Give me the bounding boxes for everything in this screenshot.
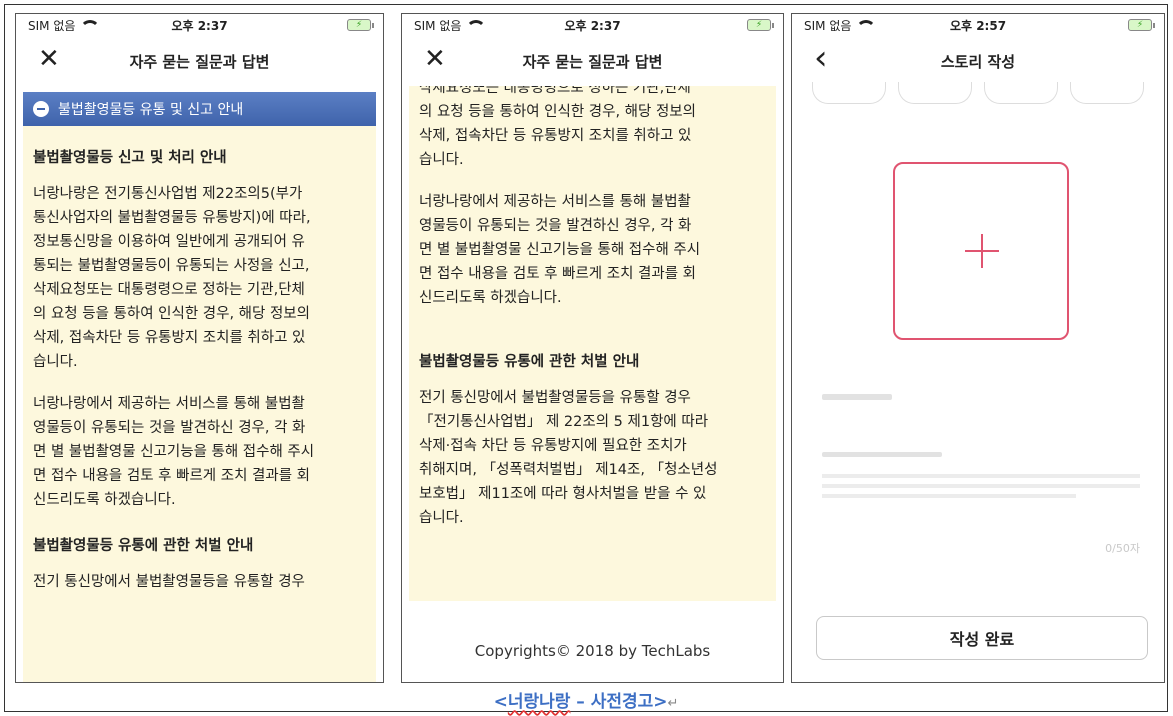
nav-title: 스토리 작성 (940, 52, 1016, 71)
paragraph-mark-icon: ↵ (667, 696, 679, 711)
accordion-header-illegal-content[interactable]: 불법촬영물등 유통 및 신고 안내 (23, 92, 376, 126)
paragraph: 너랑나랑에서 제공하는 서비스를 통해 불법촬 영물등이 유통되는 것을 발견하… (33, 396, 315, 508)
penalty-notice-title (822, 452, 1140, 457)
status-bar: SIM 없음 오후 2:37 ⚡ (16, 14, 383, 36)
copyright-footer: Copyrights© 2018 by TechLabs (474, 642, 711, 660)
paragraph: 삭제요청또는 대통령령으로 정하는 기관,단체 의 요청 등을 통하여 인식한 … (419, 86, 696, 168)
category-chip-row (812, 82, 1144, 108)
close-icon[interactable]: ✕ (424, 44, 446, 74)
paragraph: 전기 통신망에서 불법촬영물등을 유통할 경우 「전기통신사업법」 제 22조의… (419, 390, 718, 526)
character-counter: 0/50자 (1105, 542, 1140, 555)
status-time: 오후 2:37 (564, 18, 621, 33)
phone-screen-story-write: SIM 없음 오후 2:57 ⚡ ‹ 스토리 작성 0/50자 작성 완료 (791, 13, 1165, 683)
phone-screen-faq-2: SIM 없음 오후 2:37 ⚡ ✕ 자주 묻는 질문과 답변 삭제요청또는 대… (401, 13, 784, 683)
submit-story-button[interactable]: 작성 완료 (816, 616, 1148, 660)
paragraph: 너랑나랑은 전기통신사업법 제22조의5(부가 통신사업자의 불법촬영물등 유통… (33, 186, 311, 370)
nav-bar: ✕ 자주 묻는 질문과 답변 (16, 36, 383, 86)
faq-answer-panel: 삭제요청또는 대통령령으로 정하는 기관,단체 의 요청 등을 통하여 인식한 … (409, 86, 776, 601)
nav-title: 자주 묻는 질문과 답변 (129, 52, 270, 71)
section-heading: 불법촬영물등 유통에 관한 처벌 안내 (33, 538, 254, 554)
back-chevron-icon[interactable]: ‹ (814, 38, 828, 78)
battery-charging-icon: ⚡ (747, 19, 774, 31)
battery-charging-icon: ⚡ (1128, 19, 1155, 31)
paragraph: 너랑나랑에서 제공하는 서비스를 통해 불법촬 영물등이 유통되는 것을 발견하… (419, 194, 701, 306)
battery-charging-icon: ⚡ (347, 19, 374, 31)
figure-caption: <너랑나랑 – 사전경고>↵ (493, 692, 679, 712)
nav-title: 자주 묻는 질문과 답변 (522, 52, 663, 71)
collapse-minus-icon[interactable] (33, 101, 49, 117)
figure-frame: SIM 없음 오후 2:37 ⚡ ✕ 자주 묻는 질문과 답변 불법촬영물등 유… (4, 4, 1168, 712)
status-bar: SIM 없음 오후 2:57 ⚡ (792, 14, 1164, 36)
category-chip[interactable] (898, 82, 972, 104)
status-bar: SIM 없음 오후 2:37 ⚡ (402, 14, 783, 36)
plus-icon (965, 234, 999, 268)
status-time: 오후 2:37 (171, 18, 228, 33)
category-chip[interactable] (1070, 82, 1144, 104)
caption-app-name: 너랑나랑 (507, 692, 571, 712)
section-heading: 불법촬영물등 신고 및 처리 안내 (33, 150, 227, 166)
paragraph: 전기 통신망에서 불법촬영물등을 유통할 경우 (33, 574, 305, 590)
phone-screen-faq-1: SIM 없음 오후 2:37 ⚡ ✕ 자주 묻는 질문과 답변 불법촬영물등 유… (15, 13, 384, 683)
nav-bar: ‹ 스토리 작성 (792, 36, 1164, 86)
accordion-header-label: 불법촬영물등 유통 및 신고 안내 (58, 102, 244, 118)
nav-bar: ✕ 자주 묻는 질문과 답변 (402, 36, 783, 86)
category-chip[interactable] (812, 82, 886, 104)
add-photo-button[interactable] (893, 162, 1069, 340)
story-text-input[interactable] (822, 394, 1140, 400)
status-time: 오후 2:57 (949, 18, 1007, 33)
faq-answer-panel: 불법촬영물등 신고 및 처리 안내 너랑나랑은 전기통신사업법 제22조의5(부… (23, 126, 376, 682)
penalty-notice-body (822, 474, 1140, 498)
section-heading: 불법촬영물등 유통에 관한 처벌 안내 (419, 354, 640, 370)
category-chip[interactable] (984, 82, 1058, 104)
close-icon[interactable]: ✕ (38, 44, 60, 74)
